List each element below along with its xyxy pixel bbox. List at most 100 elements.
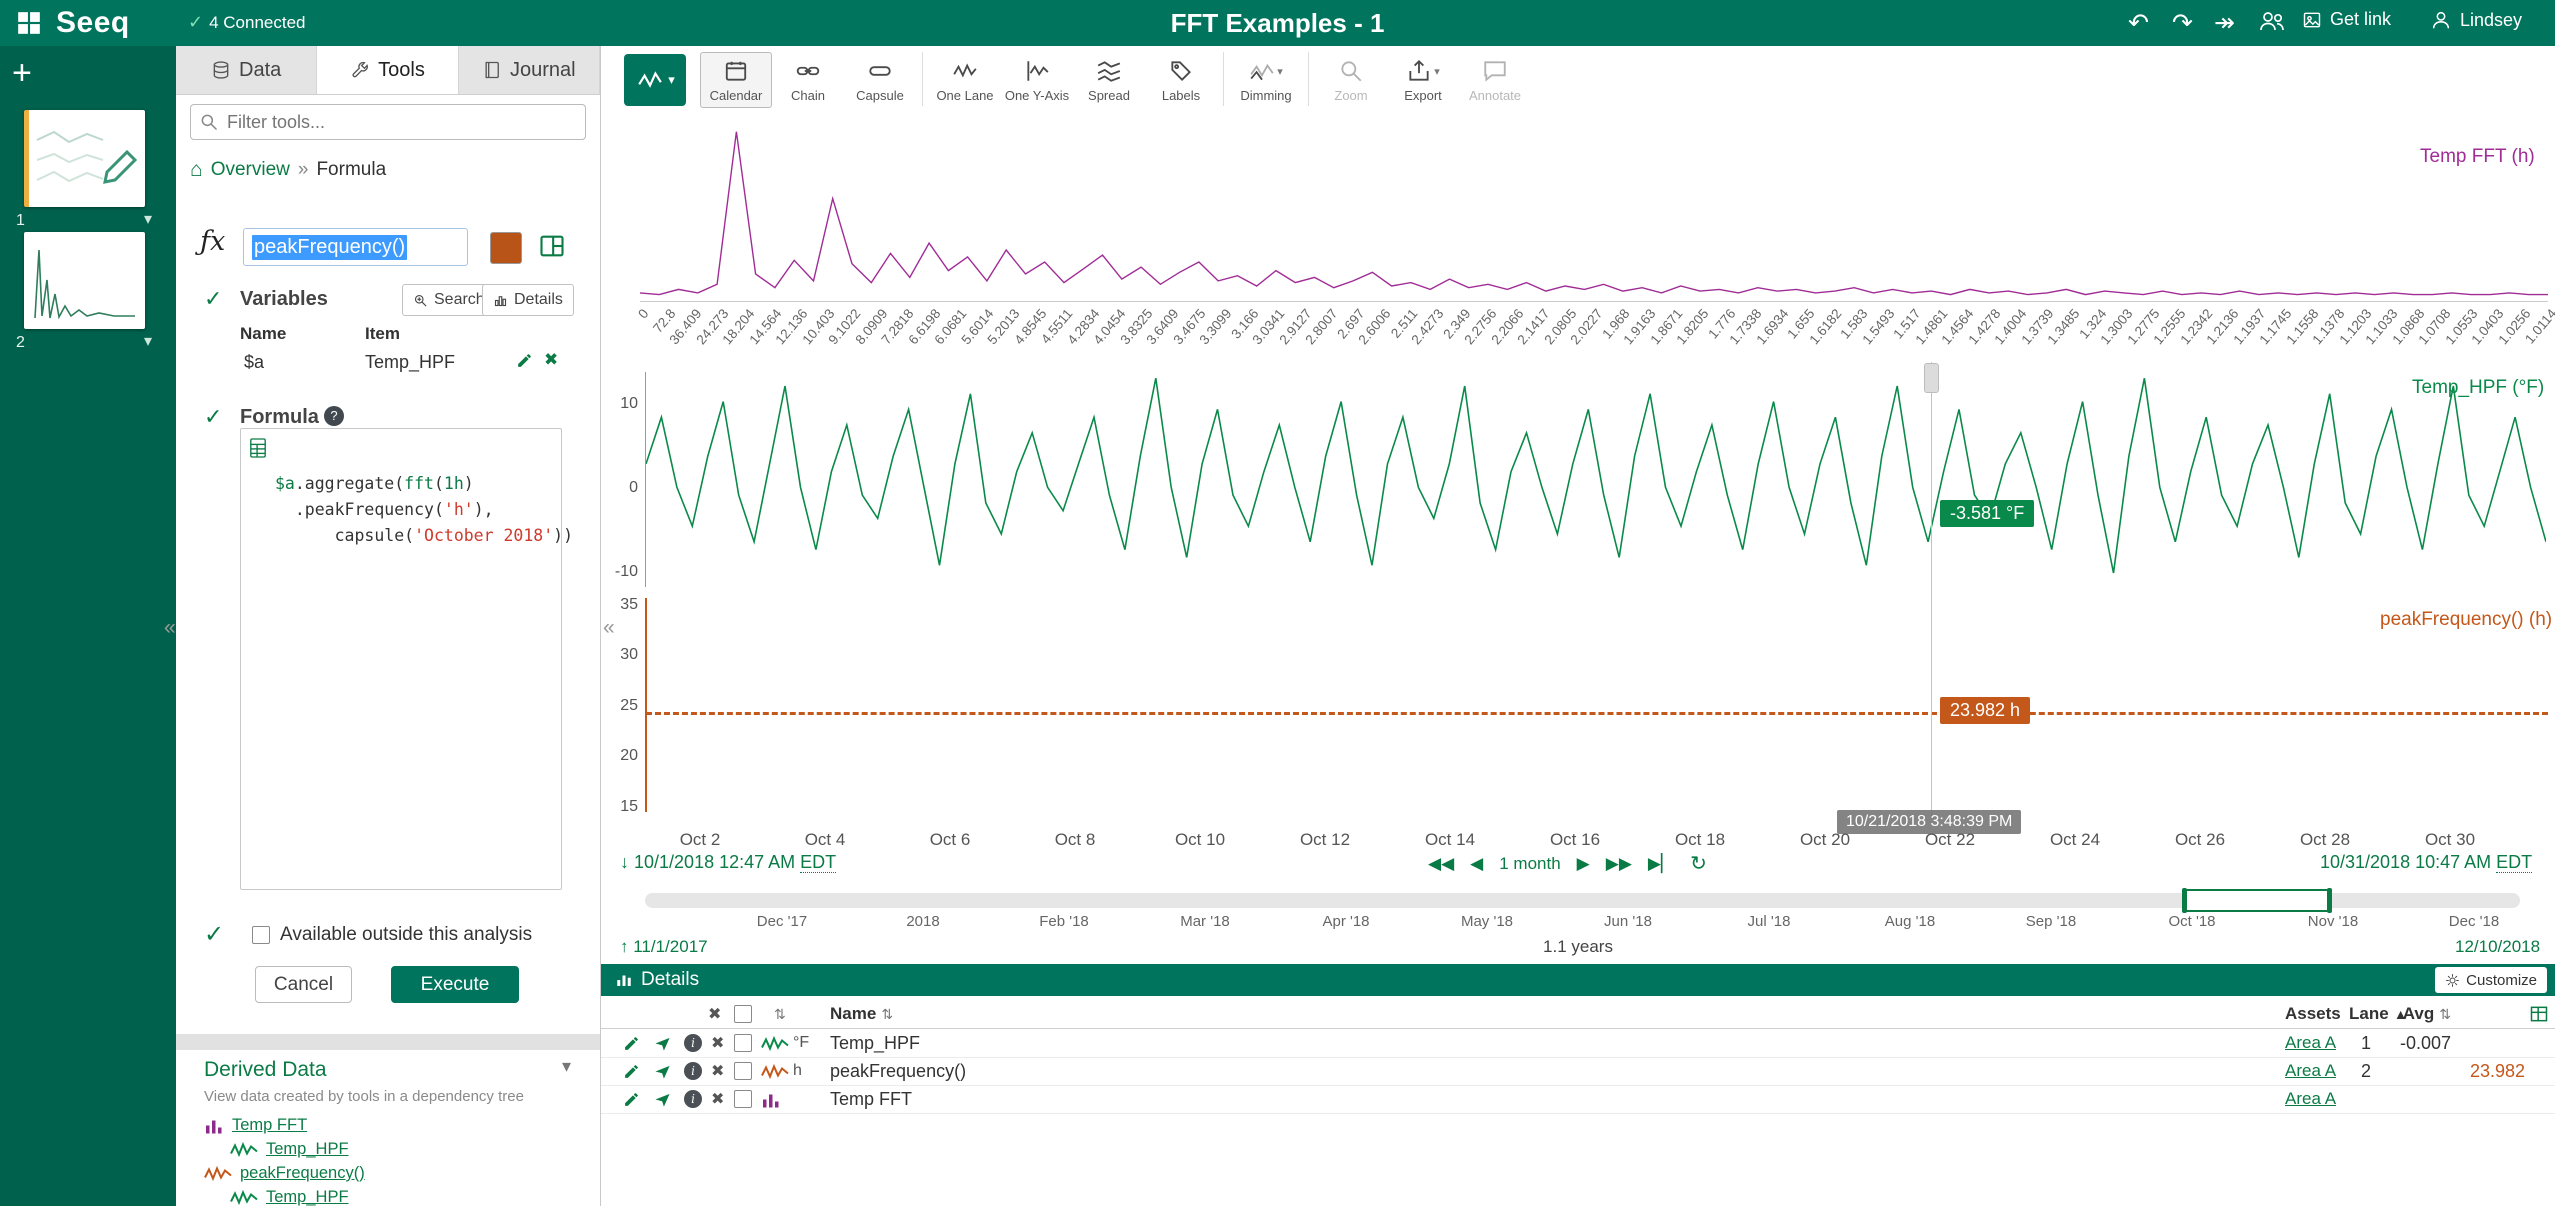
variables-details-button[interactable]: Details [482, 284, 574, 316]
tab-data[interactable]: Data [176, 46, 317, 94]
cursor-handle[interactable] [1924, 363, 1939, 393]
display-range-end[interactable]: 10/31/2018 10:47 AM EDT [2320, 852, 2532, 873]
add-worksheet-button[interactable]: + [12, 54, 32, 93]
refresh-icon[interactable]: ↻ [1690, 851, 1707, 876]
edit-icon[interactable] [623, 1085, 640, 1113]
app-switcher-icon[interactable] [16, 10, 42, 36]
worksheet-1-chevron-icon[interactable]: ▾ [144, 209, 152, 229]
select-all-checkbox[interactable] [734, 1000, 752, 1028]
tab-journal[interactable]: Journal [459, 46, 600, 94]
asset-link[interactable]: Area A [2285, 1057, 2336, 1085]
info-icon[interactable]: i [684, 1057, 702, 1085]
cancel-button[interactable]: Cancel [255, 966, 352, 1003]
toolbar-capsule-button[interactable]: Capsule [844, 52, 916, 108]
skip-end-icon[interactable]: ▶▏ [1648, 854, 1674, 874]
derived-item-link[interactable]: Temp_HPF [266, 1140, 349, 1159]
table-row[interactable]: i ✖ Temp FFT Area A [601, 1085, 2555, 1114]
connection-status[interactable]: ✓4 Connected [188, 12, 306, 33]
row-checkbox[interactable] [734, 1057, 752, 1085]
collaborators-button[interactable] [2258, 9, 2286, 33]
lane-column-header[interactable]: Lane▲ [2349, 1000, 2408, 1028]
sort-icon[interactable]: ⇅ [774, 1000, 786, 1028]
range-end-tz[interactable]: EDT [2496, 852, 2532, 873]
info-icon[interactable]: i [684, 1029, 702, 1057]
asset-link[interactable]: Area A [2285, 1085, 2336, 1113]
item-name[interactable]: Temp_HPF [830, 1029, 920, 1057]
toolbar-one-y-axis-button[interactable]: One Y-Axis [1001, 52, 1073, 108]
open-in-panel-icon[interactable] [538, 232, 566, 260]
home-icon[interactable]: ⌂ [190, 158, 203, 182]
worksheet-2-chevron-icon[interactable]: ▾ [144, 331, 152, 351]
column-config-icon[interactable] [2529, 1000, 2549, 1028]
customize-button[interactable]: Customize [2435, 967, 2547, 993]
trend-view-button[interactable]: ▾ [624, 54, 686, 106]
step-forward-icon[interactable]: ▶ [1577, 854, 1590, 874]
avg-column-header[interactable]: Avg⇅ [2403, 1000, 2451, 1028]
help-icon[interactable]: ? [324, 406, 344, 426]
collapse-tools-panel-icon[interactable]: « [603, 616, 615, 640]
remove-icon[interactable]: ✖ [711, 1085, 724, 1113]
item-name[interactable]: Temp FFT [830, 1085, 912, 1113]
derived-item-link[interactable]: Temp_HPF [266, 1188, 349, 1206]
toolbar-export-button[interactable]: ▾Export [1387, 52, 1459, 108]
skip-forward-icon[interactable]: ▶▶ [1606, 854, 1632, 874]
toolbar-labels-button[interactable]: Labels [1145, 52, 1217, 108]
edit-icon[interactable] [623, 1057, 640, 1085]
send-to-trend-icon[interactable] [654, 1085, 671, 1113]
row-checkbox[interactable] [734, 1029, 752, 1057]
user-menu[interactable]: Lindsey [2430, 9, 2522, 31]
edit-icon[interactable] [623, 1029, 640, 1057]
sort-icon[interactable]: ⇅ [2439, 1006, 2451, 1023]
fft-chart[interactable] [640, 118, 2548, 300]
derived-item-link[interactable]: Temp FFT [232, 1116, 307, 1135]
selection-left-handle[interactable] [2182, 888, 2187, 913]
available-checkbox[interactable] [252, 926, 270, 944]
undo-icon[interactable]: ↶ [2128, 8, 2149, 38]
name-column-header[interactable]: Name⇅ [830, 1000, 893, 1028]
tab-tools[interactable]: Tools [317, 46, 458, 94]
formula-name-input[interactable]: peakFrequency() [243, 228, 468, 266]
send-to-trend-icon[interactable] [654, 1057, 671, 1085]
breadcrumb-overview[interactable]: Overview [211, 159, 290, 181]
color-swatch[interactable] [490, 232, 522, 264]
sort-icon[interactable]: ⇅ [881, 1006, 893, 1023]
table-row[interactable]: i✖hpeakFrequency()Area A223.982 [601, 1057, 2555, 1086]
skip-start-icon[interactable]: ◀◀ [1428, 854, 1454, 874]
send-to-trend-icon[interactable] [654, 1029, 671, 1057]
info-icon[interactable]: i [684, 1085, 702, 1113]
step-back-icon[interactable]: ◀ [1470, 854, 1483, 874]
peak-frequency-line[interactable] [646, 712, 2548, 715]
range-start-tz[interactable]: EDT [800, 852, 836, 873]
row-checkbox[interactable] [734, 1085, 752, 1113]
investigate-start[interactable]: ↑ 11/1/2017 [620, 937, 708, 957]
remove-icon[interactable]: ✖ [711, 1029, 724, 1057]
remove-icon[interactable]: ✖ [711, 1057, 724, 1085]
assets-column-header[interactable]: Assets [2285, 1000, 2341, 1028]
present-icon[interactable]: ↠ [2214, 8, 2235, 38]
remove-variable-icon[interactable]: ✖ [544, 350, 558, 370]
toolbar-chain-button[interactable]: Chain [772, 52, 844, 108]
derived-data-collapse-icon[interactable]: ▾ [562, 1056, 571, 1077]
temp-hpf-chart[interactable] [646, 372, 2546, 587]
formula-code-editor[interactable]: $a.aggregate(fft(1h) .peakFrequency('h')… [240, 428, 562, 890]
range-duration-button[interactable]: 1 month [1499, 854, 1560, 874]
worksheet-thumbnail-1[interactable] [24, 110, 145, 207]
filter-tools-input[interactable] [190, 104, 586, 140]
asset-link[interactable]: Area A [2285, 1029, 2336, 1057]
investigate-selection[interactable] [2183, 889, 2331, 912]
redo-icon[interactable]: ↷ [2172, 8, 2193, 38]
worksheet-thumbnail-2[interactable] [24, 232, 145, 329]
collapse-rail-icon[interactable]: « [164, 616, 176, 640]
toolbar-dimming-button[interactable]: ▾Dimming [1230, 52, 1302, 108]
edit-variable-icon[interactable] [516, 352, 533, 369]
table-row[interactable]: i✖°FTemp_HPFArea A1-0.007 [601, 1029, 2555, 1058]
display-range-start[interactable]: ↓ 10/1/2018 12:47 AM EDT [620, 852, 836, 873]
toolbar-spread-button[interactable]: Spread [1073, 52, 1145, 108]
derived-item-link[interactable]: peakFrequency() [240, 1164, 365, 1183]
toolbar-calendar-button[interactable]: Calendar [700, 52, 772, 108]
selection-right-handle[interactable] [2327, 888, 2332, 913]
item-name[interactable]: peakFrequency() [830, 1057, 966, 1085]
remove-all-icon[interactable]: ✖ [708, 1000, 721, 1028]
investigate-end[interactable]: 12/10/2018 [2455, 937, 2540, 957]
toolbar-one-lane-button[interactable]: One Lane [929, 52, 1001, 108]
